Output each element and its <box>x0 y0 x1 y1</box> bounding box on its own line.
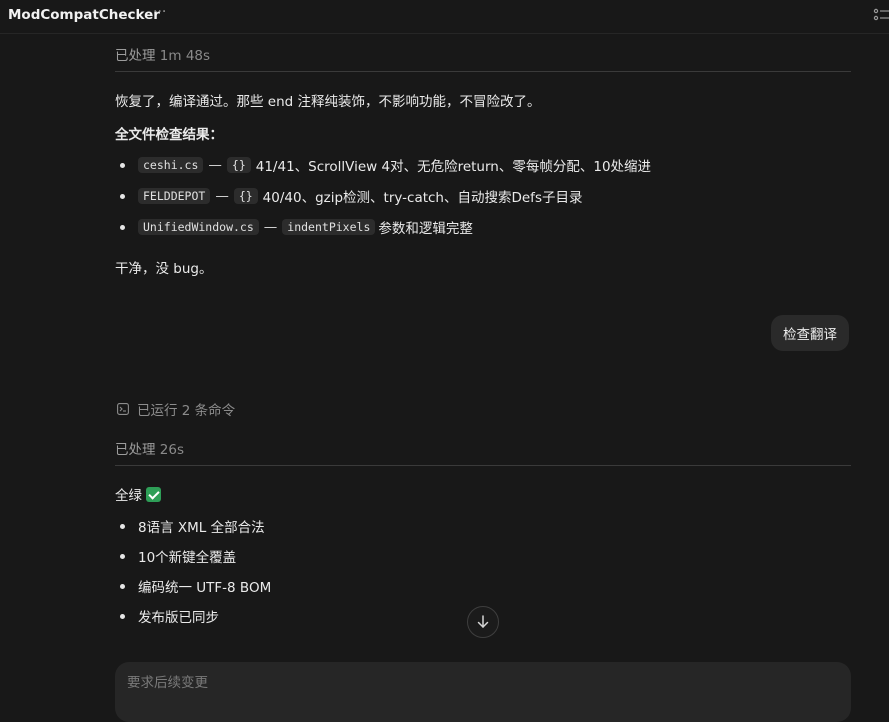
app-title: ModCompatChecker <box>8 7 160 23</box>
user-message-text: 检查翻译 <box>783 327 837 343</box>
item-desc: 参数和逻辑完整 <box>378 221 473 237</box>
inline-code: indentPixels <box>282 219 376 235</box>
inline-code: UnifiedWindow.cs <box>138 219 259 235</box>
composer <box>115 662 851 722</box>
separator: — <box>215 188 229 204</box>
list-item: 10个新键全覆盖 <box>115 546 236 566</box>
inline-code: {} <box>226 157 251 173</box>
bullet-dot <box>120 162 125 168</box>
item-desc: 41/41、ScrollView 4对、无危险return、零每帧分配、10处缩… <box>255 159 652 175</box>
processed-label[interactable]: 已处理 1m 48s <box>115 44 210 64</box>
bullet-dot <box>120 523 125 529</box>
processed-time: 1m 48s <box>159 48 211 64</box>
title-bar: ModCompatChecker ··· <box>0 0 889 34</box>
list-item: 发布版已同步 <box>115 606 219 626</box>
processed-time: 26s <box>159 442 185 458</box>
panel-list-icon[interactable] <box>873 7 889 23</box>
processed-text: 已处理 <box>115 442 156 458</box>
processed-label[interactable]: 已处理 26s <box>115 438 184 458</box>
user-message-bubble: 检查翻译 <box>771 315 849 351</box>
bullet-dot <box>120 613 125 619</box>
terminal-icon <box>117 403 129 415</box>
ellipsis-icon[interactable]: ··· <box>153 4 166 20</box>
bullet-dot <box>120 193 125 199</box>
inline-code: {} <box>233 188 258 204</box>
footer-text: 干净，没 bug。 <box>115 261 213 277</box>
bullet-dot <box>120 553 125 559</box>
list-item: 编码统一 UTF-8 BOM <box>115 576 271 596</box>
item-text: 发布版已同步 <box>138 610 219 626</box>
bullet-dot <box>120 583 125 589</box>
section-heading: 全绿 <box>115 484 161 504</box>
scroll-to-bottom-button[interactable] <box>467 606 499 638</box>
list-item: ceshi.cs — {} 41/41、ScrollView 4对、无危险ret… <box>115 155 651 175</box>
processed-text: 已处理 <box>115 48 156 64</box>
ran-commands-toggle[interactable]: 已运行 2 条命令 <box>117 399 235 419</box>
all-green-text: 全绿 <box>115 488 142 504</box>
check-mark-icon <box>146 487 161 502</box>
separator: — <box>208 157 222 173</box>
section-heading: 全文件检查结果： <box>115 127 223 143</box>
follow-up-input[interactable] <box>127 675 839 691</box>
item-text: 编码统一 UTF-8 BOM <box>138 580 272 596</box>
arrow-down-icon <box>477 615 489 628</box>
list-item: 8语言 XML 全部合法 <box>115 516 265 536</box>
ran-commands-label: 已运行 2 条命令 <box>137 403 236 419</box>
summary-text: 恢复了，编译通过。那些 end 注释纯装饰，不影响功能，不冒险改了。 <box>115 94 541 110</box>
divider <box>115 465 851 466</box>
item-text: 8语言 XML 全部合法 <box>138 520 265 536</box>
separator: — <box>263 219 278 235</box>
list-item: UnifiedWindow.cs — indentPixels 参数和逻辑完整 <box>115 217 473 237</box>
list-item: FELDDEPOT — {} 40/40、gzip检测、try-catch、自动… <box>115 186 582 206</box>
bullet-dot <box>120 224 125 230</box>
divider <box>115 71 851 72</box>
inline-code: FELDDEPOT <box>138 188 211 204</box>
item-text: 10个新键全覆盖 <box>138 550 237 566</box>
inline-code: ceshi.cs <box>138 157 204 173</box>
item-desc: 40/40、gzip检测、try-catch、自动搜索Defs子目录 <box>262 190 583 206</box>
